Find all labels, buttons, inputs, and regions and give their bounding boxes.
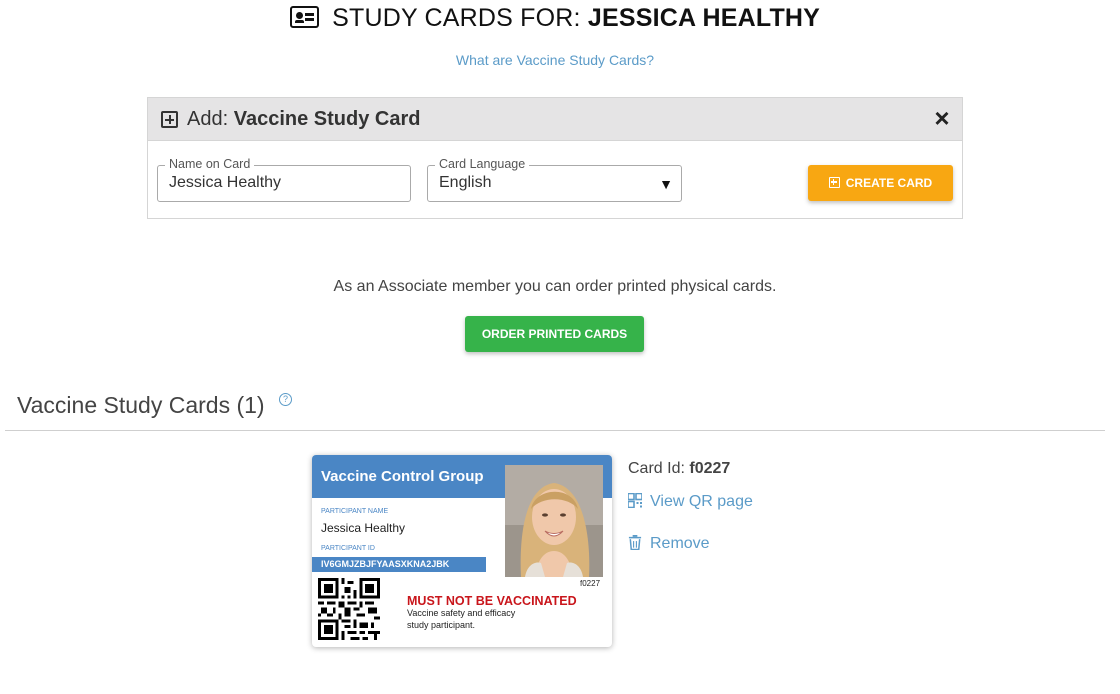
qr-code-image [318, 578, 380, 640]
add-panel-title: Add: Vaccine Study Card [187, 108, 420, 131]
add-panel-header: Add: Vaccine Study Card × [148, 98, 962, 141]
name-on-card-field[interactable]: Name on Card [157, 157, 411, 202]
associate-message: As an Associate member you can order pri… [333, 278, 777, 295]
page-title-prefix: STUDY CARDS FOR: [332, 4, 581, 32]
add-square-icon [828, 177, 840, 188]
remove-card-link[interactable]: Remove [628, 535, 710, 553]
trash-icon [628, 535, 642, 550]
card-short-id: f0227 [580, 579, 601, 588]
name-on-card-label: Name on Card [165, 157, 255, 171]
view-qr-label: View QR page [650, 493, 753, 510]
participant-id-bar: IV6GMJZBJFYAASXKNA2JBK [312, 557, 486, 572]
add-card-panel: Add: Vaccine Study Card × Name on Card C… [147, 97, 963, 219]
participant-name-label: PARTICIPANT NAME [321, 508, 389, 515]
warning-line-2: study participant. [407, 620, 476, 630]
card-language-label: Card Language [435, 157, 530, 171]
card-group-title: Vaccine Control Group [321, 468, 484, 485]
warning-line-1: Vaccine safety and efficacy [407, 608, 516, 618]
participant-id-label: PARTICIPANT ID [321, 545, 375, 552]
qr-code-icon [628, 493, 642, 508]
what-are-cards-link[interactable]: What are Vaccine Study Cards? [0, 52, 1110, 68]
card-id-label: Card Id: [628, 460, 685, 477]
warning-title: MUST NOT BE VACCINATED [407, 594, 577, 608]
card-language-select[interactable]: Card Language English ▼ [427, 157, 682, 202]
participant-photo [505, 465, 603, 577]
section-title: Vaccine Study Cards (1) [17, 392, 265, 418]
participant-name: Jessica Healthy [321, 521, 406, 535]
help-circle-icon[interactable]: ? [279, 393, 292, 406]
remove-label: Remove [650, 535, 710, 552]
add-title-main: Vaccine Study Card [233, 108, 421, 130]
card-id-value: f0227 [689, 460, 731, 477]
dropdown-caret-icon[interactable]: ▼ [659, 176, 673, 192]
section-divider [5, 430, 1105, 431]
name-on-card-input[interactable] [169, 174, 389, 192]
card-language-value: English [439, 174, 492, 191]
create-card-button[interactable]: CREATE CARD [808, 165, 953, 201]
close-icon[interactable]: × [930, 105, 954, 131]
order-printed-cards-button[interactable]: ORDER PRINTED CARDS [465, 316, 644, 352]
add-title-prefix: Add: [187, 108, 229, 130]
vaccine-study-card: Vaccine Control Group PARTICIPANT NAME J… [312, 455, 612, 647]
create-card-label: CREATE CARD [845, 176, 933, 190]
participant-id: IV6GMJZBJFYAASXKNA2JBK [321, 559, 450, 569]
page-title-name: JESSICA HEALTHY [587, 4, 821, 32]
view-qr-page-link[interactable]: View QR page [628, 493, 753, 511]
card-id: Card Id: f0227 [628, 460, 730, 478]
add-square-icon [161, 111, 178, 128]
page-title: STUDY CARDS FOR: JESSICA HEALTHY [0, 4, 1110, 33]
id-card-icon [289, 6, 319, 28]
